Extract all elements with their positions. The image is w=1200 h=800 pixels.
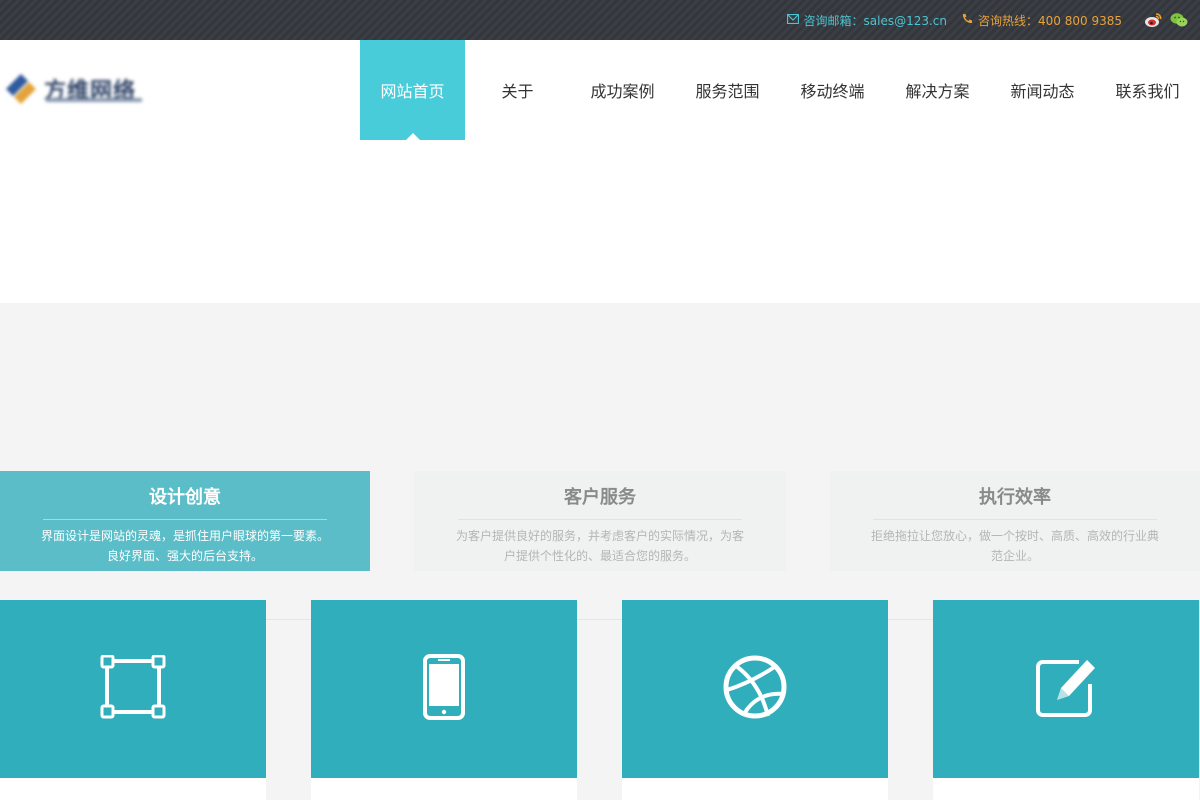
divider — [266, 619, 311, 620]
feature-design[interactable]: 设计创意 界面设计是网站的灵魂，是抓住用户眼球的第一要素。良好界面、强大的后台支… — [0, 471, 370, 571]
edit-pencil-icon — [1035, 656, 1097, 722]
feature-desc: 界面设计是网站的灵魂，是抓住用户眼球的第一要素。良好界面、强大的后台支持。 — [40, 529, 329, 563]
email-label: 咨询邮箱：sales@123.cn — [803, 13, 948, 28]
site-header: 方维网络 网站首页 关于 成功案例 服务范围 移动终端 解决方案 新闻动态 联系… — [0, 40, 1200, 140]
feature-desc: 拒绝拖拉让您放心，做一个按时、高质、高效的行业典范企业。 — [870, 529, 1159, 563]
feature-efficiency[interactable]: 执行效率 拒绝拖拉让您放心，做一个按时、高质、高效的行业典范企业。 — [830, 471, 1200, 571]
service-card-design[interactable] — [0, 600, 266, 778]
feature-divider — [43, 519, 327, 520]
wechat-icon[interactable] — [1170, 11, 1188, 29]
card-footer — [622, 778, 888, 800]
mobile-phone-icon — [423, 654, 465, 724]
phone-icon — [961, 13, 978, 28]
email-contact[interactable]: 咨询邮箱：sales@123.cn — [786, 12, 948, 29]
feature-service[interactable]: 客户服务 为客户提供良好的服务，并考虑客户的实际情况，为客户提供个性化的、最适合… — [414, 471, 786, 571]
feature-title: 客户服务 — [564, 487, 636, 508]
phone-label: 咨询热线：400 800 9385 — [978, 13, 1122, 28]
card-footer — [311, 778, 577, 800]
divider — [577, 619, 622, 620]
mail-icon — [786, 13, 804, 27]
nav-news[interactable]: 新闻动态 — [990, 40, 1095, 140]
nav-home[interactable]: 网站首页 — [360, 40, 465, 140]
weibo-icon[interactable] — [1144, 11, 1162, 29]
feature-divider — [458, 519, 742, 520]
service-card-edit[interactable] — [933, 600, 1199, 778]
nav-contact[interactable]: 联系我们 — [1095, 40, 1200, 140]
service-card-web[interactable] — [622, 600, 888, 778]
nav-solutions[interactable]: 解决方案 — [885, 40, 990, 140]
crop-frame-icon — [100, 654, 166, 723]
nav-cases[interactable]: 成功案例 — [570, 40, 675, 140]
site-logo[interactable]: 方维网络 — [4, 72, 146, 106]
feature-title: 执行效率 — [979, 487, 1051, 508]
feature-title: 设计创意 — [149, 487, 221, 508]
main-nav: 网站首页 关于 成功案例 服务范围 移动终端 解决方案 新闻动态 联系我们 — [360, 40, 1200, 140]
nav-services[interactable]: 服务范围 — [675, 40, 780, 140]
top-bar: 咨询邮箱：sales@123.cn 咨询热线：400 800 9385 — [0, 0, 1200, 40]
nav-about[interactable]: 关于 — [465, 40, 570, 140]
dribbble-ball-icon — [722, 654, 788, 724]
card-footer — [0, 778, 266, 800]
divider — [888, 619, 933, 620]
logo-subline — [46, 98, 142, 102]
service-card-mobile[interactable] — [311, 600, 577, 778]
feature-divider — [873, 519, 1157, 520]
phone-contact[interactable]: 咨询热线：400 800 9385 — [961, 12, 1122, 29]
feature-desc: 为客户提供良好的服务，并考虑客户的实际情况，为客户提供个性化的、最适合您的服务。 — [455, 529, 744, 563]
logo-mark-icon — [4, 72, 38, 106]
nav-mobile[interactable]: 移动终端 — [780, 40, 885, 140]
card-footer — [933, 778, 1199, 800]
